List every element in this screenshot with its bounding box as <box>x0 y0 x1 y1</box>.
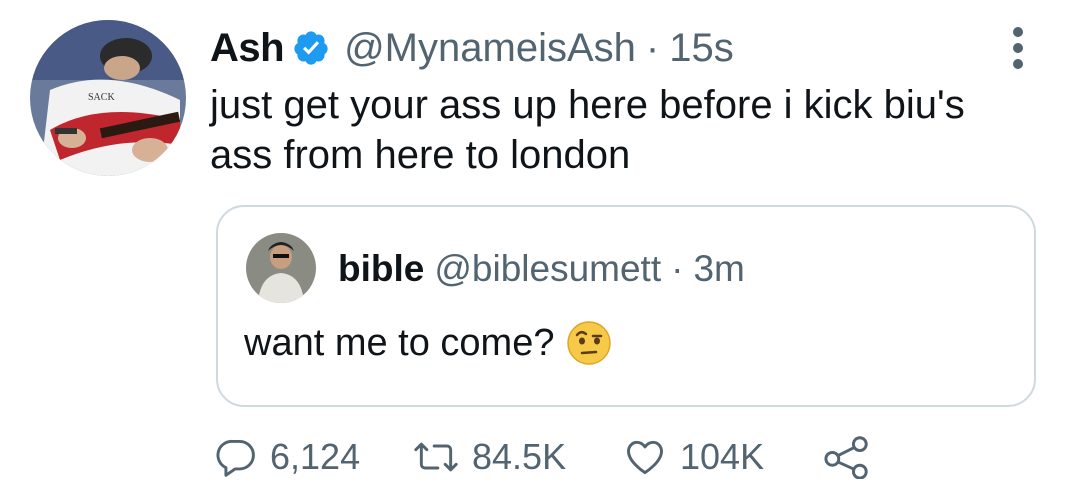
like-count: 104K <box>680 436 765 477</box>
retweet-count: 84.5K <box>472 436 567 477</box>
quoted-tweet-header: bible @biblesumett · 3m <box>338 247 745 291</box>
verified-badge-icon <box>292 29 330 67</box>
share-icon <box>822 435 872 479</box>
like-button[interactable]: 104K <box>622 435 822 479</box>
tweet-action-bar: 6,124 84.5K 104K <box>214 432 872 482</box>
author-handle[interactable]: @MynameisAsh <box>344 24 636 72</box>
quoted-avatar-image <box>246 233 316 303</box>
quoted-author-handle[interactable]: @biblesumett <box>434 247 661 291</box>
author-display-name[interactable]: Ash <box>210 24 285 72</box>
quoted-tweet[interactable]: bible @biblesumett · 3m want me to come? <box>216 205 1036 407</box>
face-with-raised-eyebrow-icon <box>566 320 612 366</box>
avatar-image: SACK <box>30 20 186 176</box>
retweet-button[interactable]: 84.5K <box>412 435 622 479</box>
reply-count: 6,124 <box>270 436 361 477</box>
reply-button[interactable]: 6,124 <box>214 435 364 479</box>
author-avatar[interactable]: SACK <box>30 20 186 176</box>
more-vertical-icon[interactable] <box>1006 26 1030 70</box>
tweet-timestamp[interactable]: 15s <box>669 24 734 72</box>
quoted-tweet-text: want me to come? <box>244 322 555 364</box>
tweet-text: just get your ass up here before i kick … <box>210 83 965 177</box>
tweet[interactable]: SACK Ash @MynameisAsh · 15s just get you… <box>0 0 1080 504</box>
quoted-tweet-timestamp[interactable]: 3m <box>693 247 744 291</box>
svg-text:SACK: SACK <box>88 92 115 103</box>
quoted-author-avatar[interactable] <box>246 233 316 303</box>
reply-icon <box>214 435 258 479</box>
tweet-header: Ash @MynameisAsh · 15s <box>210 24 734 72</box>
quoted-tweet-text-row: want me to come? <box>244 319 612 367</box>
header-separator: · <box>645 26 660 70</box>
share-button[interactable] <box>822 435 872 479</box>
quoted-author-display-name[interactable]: bible <box>338 247 424 291</box>
heart-icon <box>622 435 668 479</box>
retweet-icon <box>412 435 460 479</box>
quoted-header-separator: · <box>671 248 684 289</box>
